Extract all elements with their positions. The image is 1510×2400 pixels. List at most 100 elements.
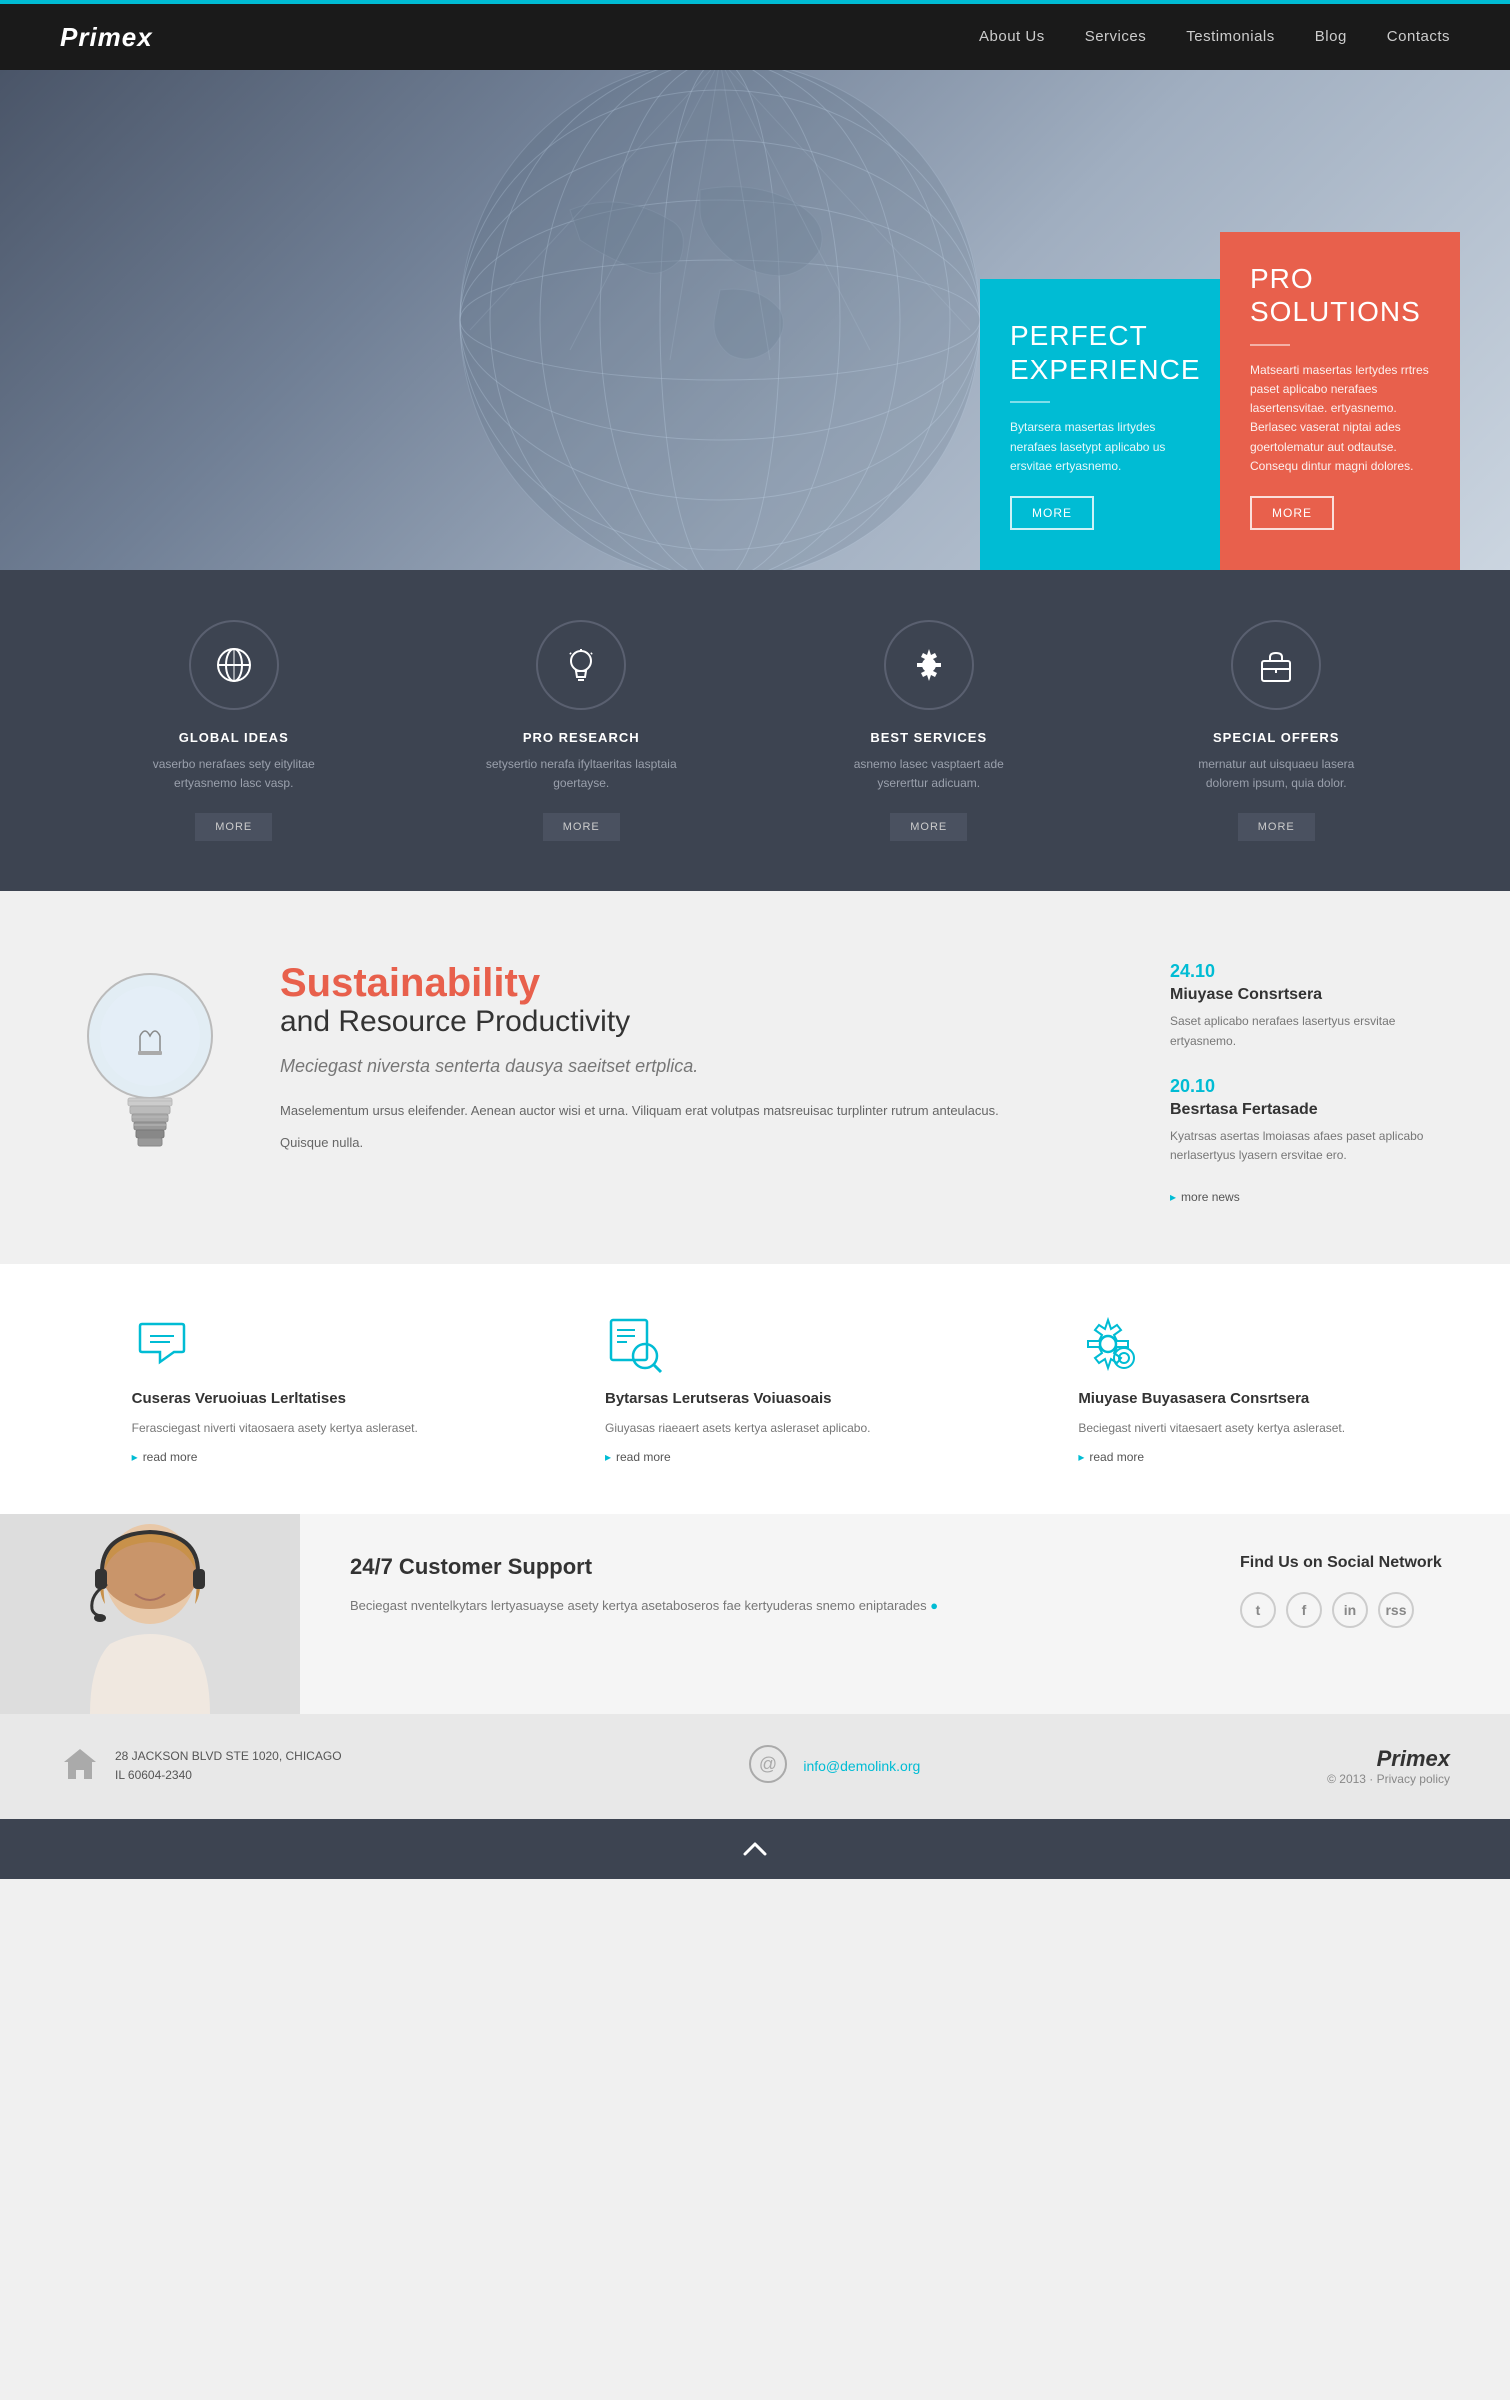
hero-orange-divider — [1250, 344, 1290, 346]
sustainability-title-orange: Sustainability — [280, 961, 1130, 1005]
feature-0-desc: vaserbo nerafaes sety eitylitae ertyasne… — [134, 755, 334, 793]
gear-icon — [909, 645, 949, 685]
feature-3-title: SPECIAL OFFERS — [1213, 730, 1339, 745]
hero-card-orange: PRO SOLUTIONS Matsearti masertas lertyde… — [1220, 232, 1460, 570]
nav-about[interactable]: About Us — [979, 28, 1045, 45]
feature-2-desc: asnemo lasec vasptaert ade ysererttur ad… — [829, 755, 1029, 793]
svg-text:@: @ — [759, 1754, 777, 1774]
feature-1-title: PRO RESEARCH — [523, 730, 640, 745]
feature-3-desc: mernatur aut uisquaeu lasera dolorem ips… — [1176, 755, 1376, 793]
service-item-1: Bytarsas Lerutseras Voiuasoais Giuyasas … — [605, 1314, 905, 1464]
nav-blog[interactable]: Blog — [1315, 28, 1347, 45]
service-1-desc: Giuyasas riaeaert asets kertya asleraset… — [605, 1419, 870, 1438]
feature-0-title: GLOBAL IDEAS — [179, 730, 289, 745]
support-title: 24/7 Customer Support — [350, 1554, 1140, 1580]
feature-2-title: BEST SERVICES — [870, 730, 987, 745]
hero-teal-body: Bytarsera masertas lirtydes nerafaes las… — [1010, 418, 1190, 476]
footer: 28 JACKSON BLVD STE 1020, CHICAGO IL 606… — [0, 1714, 1510, 1819]
news-item-1: 20.10 Besrtasa Fertasade Kyatrsas aserta… — [1170, 1076, 1450, 1165]
sustainability-title-dark: and Resource Productivity — [280, 1005, 1130, 1039]
social-title: Find Us on Social Network — [1240, 1554, 1460, 1572]
services-section: Cuseras Veruoiuas Lerltatises Ferasciega… — [0, 1264, 1510, 1514]
lightbulb-svg — [70, 951, 230, 1171]
feature-2-btn[interactable]: MORE — [890, 813, 967, 841]
sustainability-content: Sustainability and Resource Productivity… — [280, 951, 1130, 1163]
footer-brand-name: Primex — [1327, 1746, 1450, 1772]
feature-briefcase-icon-circle — [1231, 620, 1321, 710]
news-1-desc: Kyatrsas asertas lmoiasas afaes paset ap… — [1170, 1127, 1450, 1165]
chevron-up-icon — [740, 1834, 770, 1864]
news-1-title: Besrtasa Fertasade — [1170, 1101, 1450, 1119]
service-chat-icon — [132, 1314, 192, 1374]
social-twitter-icon[interactable]: t — [1240, 1592, 1276, 1628]
footer-brand: Primex © 2013 · Privacy policy — [1327, 1746, 1450, 1786]
feature-bulb-icon-circle — [536, 620, 626, 710]
news-0-desc: Saset aplicabo nerafaes lasertyus ersvit… — [1170, 1012, 1450, 1050]
service-1-title: Bytarsas Lerutseras Voiuasoais — [605, 1389, 832, 1409]
feature-3-btn[interactable]: MORE — [1238, 813, 1315, 841]
sustainability-body1: Maselementum ursus eleifender. Aenean au… — [280, 1100, 1130, 1122]
hero-teal-divider — [1010, 401, 1050, 403]
service-1-link[interactable]: read more — [605, 1450, 671, 1464]
support-section: 24/7 Customer Support Beciegast nventelk… — [0, 1514, 1510, 1714]
hero-orange-body: Matsearti masertas lertydes rrtres paset… — [1250, 361, 1430, 476]
hero-teal-btn[interactable]: MORE — [1010, 496, 1094, 530]
home-icon — [60, 1744, 100, 1789]
service-0-desc: Ferasciegast niverti vitaosaera asety ke… — [132, 1419, 418, 1438]
hero-cards: PERFECT EXPERIENCE Bytarsera masertas li… — [980, 232, 1460, 570]
feature-globe-icon-circle — [189, 620, 279, 710]
feature-best-services: BEST SERVICES asnemo lasec vasptaert ade… — [829, 620, 1029, 841]
sustainability-section: Sustainability and Resource Productivity… — [0, 891, 1510, 1264]
news-item-0: 24.10 Miuyase Consrtsera Saset aplicabo … — [1170, 961, 1450, 1050]
feature-special-offers: SPECIAL OFFERS mernatur aut uisquaeu las… — [1176, 620, 1376, 841]
feature-gear-icon-circle — [884, 620, 974, 710]
news-more-link[interactable]: more news — [1170, 1190, 1450, 1204]
service-item-2: Miuyase Buyasasera Consrtsera Beciegast … — [1078, 1314, 1378, 1464]
feature-global-ideas: GLOBAL IDEAS vaserbo nerafaes sety eityl… — [134, 620, 334, 841]
hero-orange-btn[interactable]: MORE — [1250, 496, 1334, 530]
back-to-top-button[interactable] — [0, 1819, 1510, 1879]
service-2-title: Miuyase Buyasasera Consrtsera — [1078, 1389, 1309, 1409]
service-2-desc: Beciegast niverti vitaesaert asety kerty… — [1078, 1419, 1345, 1438]
support-text: 24/7 Customer Support Beciegast nventelk… — [300, 1514, 1190, 1714]
hero-orange-title: PRO SOLUTIONS — [1250, 262, 1430, 329]
email-icon: @ — [748, 1744, 788, 1789]
bulb-icon — [561, 645, 601, 685]
navbar: Primex About Us Services Testimonials Bl… — [0, 0, 1510, 70]
footer-email[interactable]: @ info@demolink.org — [748, 1744, 920, 1789]
features-section: GLOBAL IDEAS vaserbo nerafaes sety eityl… — [0, 570, 1510, 891]
social-linkedin-icon[interactable]: in — [1332, 1592, 1368, 1628]
news-0-title: Miuyase Consrtsera — [1170, 986, 1450, 1004]
footer-email-text[interactable]: info@demolink.org — [803, 1758, 920, 1774]
support-person-image — [0, 1514, 300, 1714]
footer-copyright: © 2013 · Privacy policy — [1327, 1772, 1450, 1786]
social-facebook-icon[interactable]: f — [1286, 1592, 1322, 1628]
social-icons: t f in rss — [1240, 1592, 1460, 1628]
sustainability-subtitle: Meciegast niversta senterta dausya saeit… — [280, 1054, 1130, 1079]
service-0-link[interactable]: read more — [132, 1450, 198, 1464]
service-0-title: Cuseras Veruoiuas Lerltatises — [132, 1389, 346, 1409]
support-desc: Beciegast nventelkytars lertyasuayse ase… — [350, 1595, 1140, 1617]
nav-contacts[interactable]: Contacts — [1387, 28, 1450, 45]
news-0-date: 24.10 — [1170, 961, 1450, 982]
support-dot: ● — [930, 1598, 938, 1613]
hero-teal-title: PERFECT EXPERIENCE — [1010, 319, 1190, 386]
feature-1-btn[interactable]: MORE — [543, 813, 620, 841]
feature-1-desc: setysertio nerafa ifyltaeritas lasptaia … — [481, 755, 681, 793]
hero-section: PERFECT EXPERIENCE Bytarsera masertas li… — [0, 70, 1510, 570]
news-sidebar: 24.10 Miuyase Consrtsera Saset aplicabo … — [1170, 951, 1450, 1204]
sustainability-body2: Quisque nulla. — [280, 1132, 1130, 1154]
service-2-link[interactable]: read more — [1078, 1450, 1144, 1464]
nav-testimonials[interactable]: Testimonials — [1186, 28, 1275, 45]
brand-logo: Primex — [60, 22, 153, 53]
nav-links: About Us Services Testimonials Blog Cont… — [979, 28, 1450, 46]
footer-addr-text: 28 JACKSON BLVD STE 1020, CHICAGO IL 606… — [115, 1747, 342, 1785]
hero-globe — [370, 70, 1070, 570]
feature-0-btn[interactable]: MORE — [195, 813, 272, 841]
sustainability-image — [60, 951, 240, 1171]
social-rss-icon[interactable]: rss — [1378, 1592, 1414, 1628]
feature-pro-research: PRO RESEARCH setysertio nerafa ifyltaeri… — [481, 620, 681, 841]
nav-services[interactable]: Services — [1085, 28, 1147, 45]
briefcase-icon — [1256, 645, 1296, 685]
footer-address: 28 JACKSON BLVD STE 1020, CHICAGO IL 606… — [60, 1744, 342, 1789]
